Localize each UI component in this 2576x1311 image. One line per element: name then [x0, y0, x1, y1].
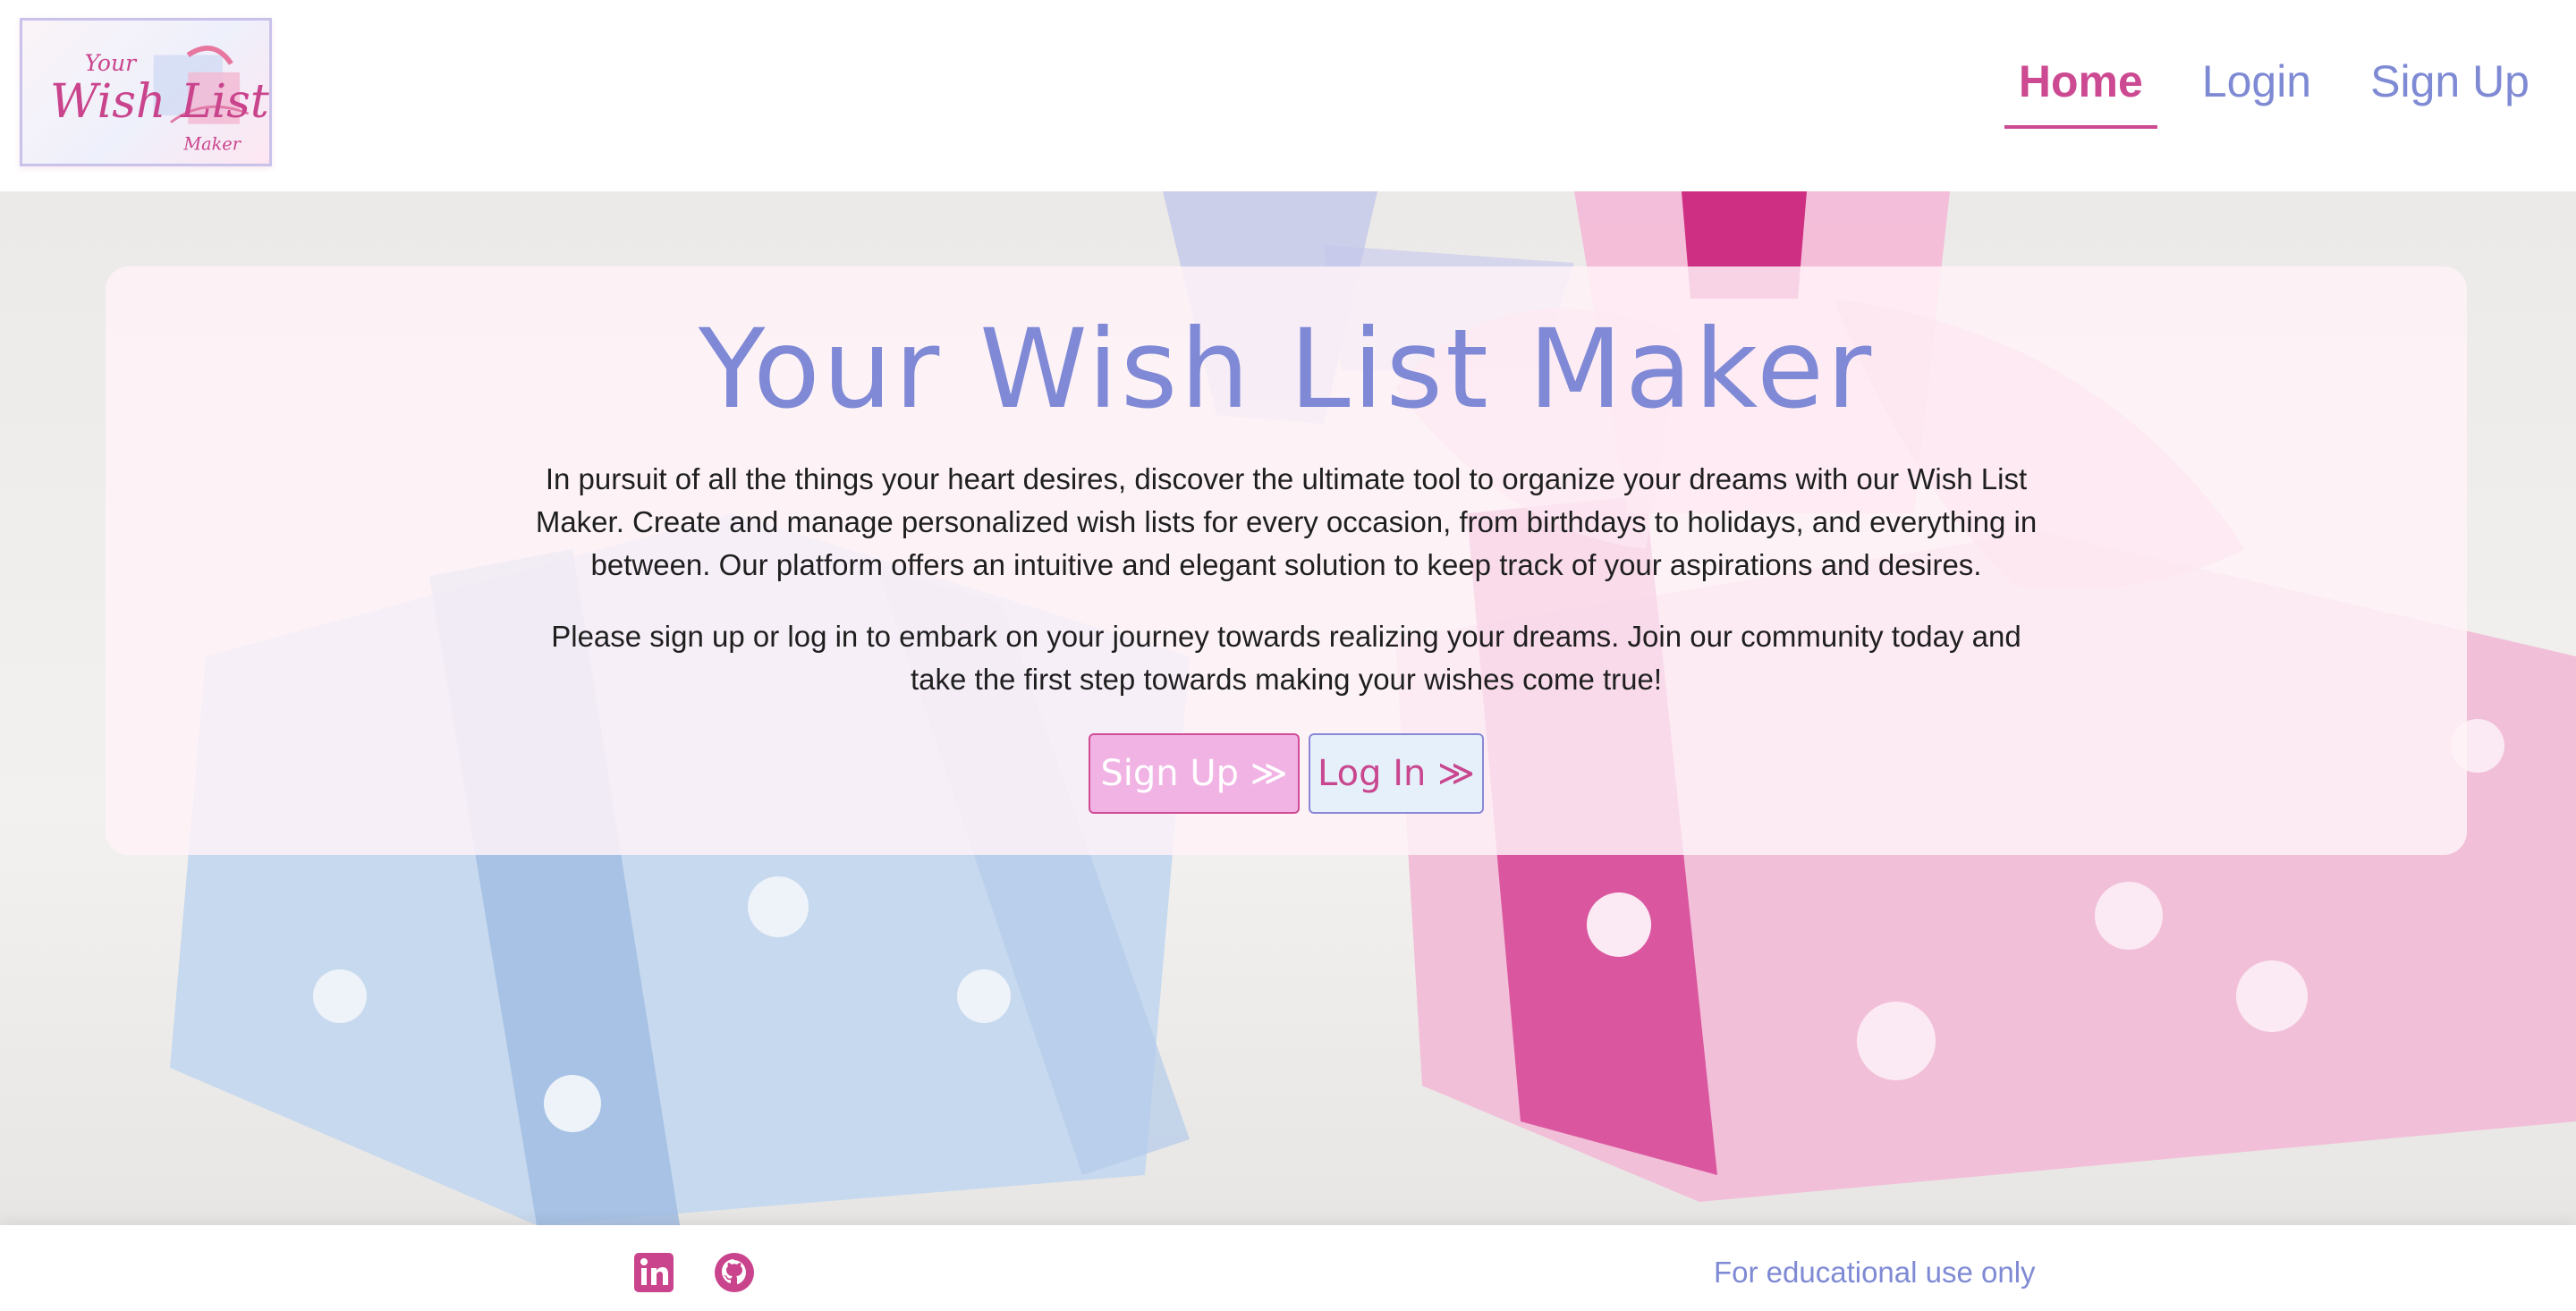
nav-login-link[interactable]: Login	[2188, 55, 2326, 129]
site-footer: For educational use only	[0, 1225, 2576, 1311]
nav-home-link[interactable]: Home	[2004, 55, 2157, 129]
welcome-card: Your Wish List Maker In pursuit of all t…	[106, 266, 2467, 855]
intro-paragraph: In pursuit of all the things your heart …	[535, 462, 2038, 581]
site-header: Your Wish List Maker Home Login Sign Up	[0, 0, 2576, 191]
logo-text-wishlist: Wish List	[50, 75, 269, 129]
logo-text-your: Your	[85, 50, 139, 76]
site-logo[interactable]: Your Wish List Maker	[20, 18, 272, 166]
logo-text-maker: Maker	[182, 134, 242, 155]
nav-signup-link[interactable]: Sign Up	[2356, 55, 2544, 129]
linkedin-icon[interactable]	[633, 1252, 674, 1293]
main-nav: Home Login Sign Up	[2004, 55, 2544, 129]
github-icon[interactable]	[714, 1252, 755, 1293]
hero-section: Your Wish List Maker In pursuit of all t…	[0, 191, 2576, 1225]
educational-notice: For educational use only	[1714, 1256, 2036, 1289]
cta-button-group: Sign Up ≫ Log In ≫	[106, 733, 2467, 814]
page-title: Your Wish List Maker	[698, 306, 1875, 433]
login-button[interactable]: Log In ≫	[1309, 733, 1484, 814]
logo-graphic: Your Wish List Maker	[50, 45, 269, 155]
signup-button[interactable]: Sign Up ≫	[1089, 733, 1300, 814]
cta-paragraph: Please sign up or log in to embark on yo…	[551, 620, 2021, 696]
